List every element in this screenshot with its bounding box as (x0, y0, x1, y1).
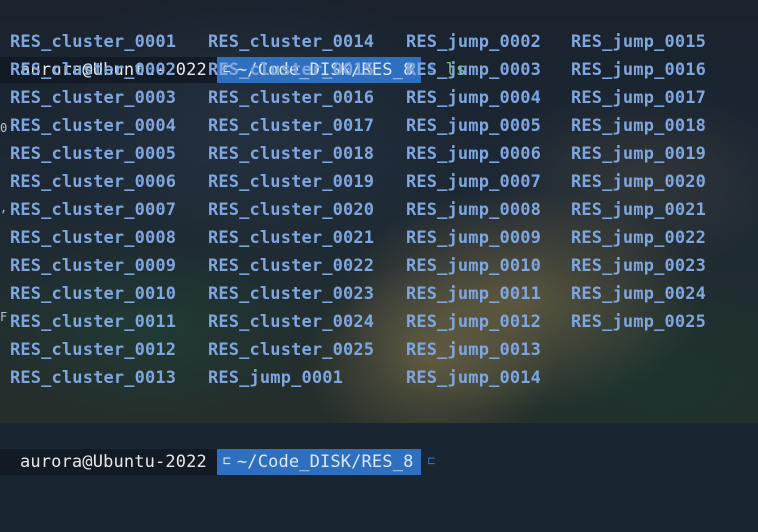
directory-entry: RES_jump_0017 (571, 88, 707, 108)
directory-entry: RES_cluster_0004 (10, 116, 177, 136)
terminal-window[interactable]: aurora@Ubuntu-2022 ⊏ ~/Code_DISK/RES_8 ⊏… (0, 0, 758, 475)
directory-entry: RES_jump_0006 (406, 144, 542, 164)
folder-icon: ⊏ (222, 454, 231, 469)
directory-entry: RES_cluster_0015 (208, 60, 375, 80)
directory-entry: RES_cluster_0017 (208, 116, 375, 136)
directory-entry: RES_jump_0001 (208, 368, 344, 388)
directory-entry: RES_jump_0011 (406, 284, 542, 304)
directory-entry: RES_jump_0016 (571, 60, 707, 80)
directory-entry: RES_jump_0007 (406, 172, 542, 192)
directory-entry: RES_jump_0008 (406, 200, 542, 220)
edge-mark: , (0, 201, 8, 215)
directory-entry: RES_cluster_0014 (208, 32, 375, 52)
directory-entry: RES_jump_0019 (571, 144, 707, 164)
directory-entry: RES_cluster_0011 (10, 312, 177, 332)
directory-entry: RES_jump_0002 (406, 32, 542, 52)
prompt-user-host: aurora@Ubuntu-2022 (0, 449, 217, 475)
directory-entry: RES_cluster_0001 (10, 32, 177, 52)
directory-entry: RES_jump_0012 (406, 312, 542, 332)
directory-entry: RES_jump_0003 (406, 60, 542, 80)
directory-entry: RES_cluster_0012 (10, 340, 177, 360)
directory-entry: RES_cluster_0021 (208, 228, 375, 248)
directory-entry: RES_jump_0005 (406, 116, 542, 136)
prompt-path: ~/Code_DISK/RES_8 (236, 452, 414, 472)
directory-entry: RES_cluster_0025 (208, 340, 375, 360)
segment-end-icon: ⊏ (427, 454, 436, 469)
directory-entry: RES_jump_0021 (571, 200, 707, 220)
directory-entry: RES_cluster_0016 (208, 88, 375, 108)
directory-entry: RES_jump_0015 (571, 32, 707, 52)
directory-entry: RES_jump_0020 (571, 172, 707, 192)
directory-entry: RES_cluster_0006 (10, 172, 177, 192)
directory-entry: RES_jump_0023 (571, 256, 707, 276)
directory-entry: RES_cluster_0007 (10, 200, 177, 220)
directory-entry: RES_jump_0024 (571, 284, 707, 304)
directory-entry: RES_cluster_0019 (208, 172, 375, 192)
directory-entry: RES_cluster_0013 (10, 368, 177, 388)
directory-entry: RES_cluster_0018 (208, 144, 375, 164)
directory-entry: RES_jump_0018 (571, 116, 707, 136)
directory-entry: RES_jump_0022 (571, 228, 707, 248)
directory-entry: RES_jump_0010 (406, 256, 542, 276)
directory-entry: RES_cluster_0010 (10, 284, 177, 304)
prompt-line-current[interactable]: aurora@Ubuntu-2022 ⊏ ~/Code_DISK/RES_8 ⊏ (0, 392, 445, 475)
directory-entry: RES_jump_0009 (406, 228, 542, 248)
directory-entry: RES_cluster_0023 (208, 284, 375, 304)
directory-entry: RES_jump_0014 (406, 368, 542, 388)
directory-entry: RES_jump_0025 (571, 312, 707, 332)
edge-mark: F (0, 310, 8, 324)
directory-entry: RES_cluster_0022 (208, 256, 375, 276)
prompt-line: aurora@Ubuntu-2022 ⊏ ~/Code_DISK/RES_8 ⊏… (0, 0, 466, 83)
directory-entry: RES_cluster_0005 (10, 144, 177, 164)
directory-entry: RES_cluster_0003 (10, 88, 177, 108)
directory-entry: RES_cluster_0008 (10, 228, 177, 248)
directory-entry: RES_jump_0004 (406, 88, 542, 108)
prompt-path-segment: ⊏ ~/Code_DISK/RES_8 (216, 449, 422, 475)
directory-entry: RES_cluster_0002 (10, 60, 177, 80)
directory-entry: RES_jump_0013 (406, 340, 542, 360)
directory-entry: RES_cluster_0009 (10, 256, 177, 276)
directory-entry: RES_cluster_0024 (208, 312, 375, 332)
directory-entry: RES_cluster_0020 (208, 200, 375, 220)
edge-mark: 0 (0, 121, 8, 135)
